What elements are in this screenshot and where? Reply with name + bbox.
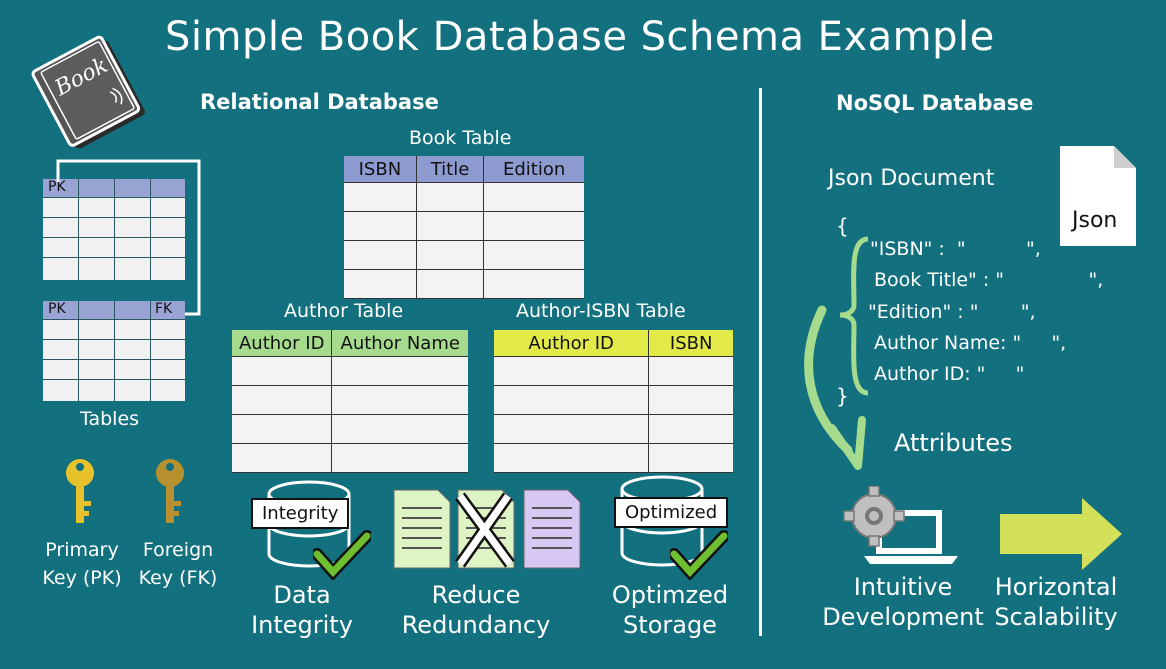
- column-header: Title: [416, 156, 485, 183]
- attributes-label: Attributes: [894, 429, 1013, 457]
- check-icon: [670, 530, 728, 580]
- column-header: Edition: [483, 156, 584, 183]
- json-line-book-title: Book Title" : " ",: [874, 269, 1104, 291]
- json-document-caption: Json Document: [828, 166, 995, 191]
- foreign-key-label: Foreign Key (FK): [138, 539, 218, 589]
- book-table: ISBN Title Edition: [344, 156, 584, 299]
- nosql-heading: NoSQL Database: [836, 91, 1034, 115]
- documents-icon: [393, 489, 581, 569]
- laptop-gear-icon: [843, 486, 958, 564]
- data-integrity-caption: Data Integrity: [251, 581, 353, 639]
- relational-heading: Relational Database: [200, 90, 439, 114]
- json-line-edition: "Edition" : " ",: [868, 301, 1036, 323]
- column-header: ISBN: [648, 330, 733, 357]
- section-divider: [759, 88, 762, 636]
- column-header: Author ID: [232, 330, 333, 357]
- intuitive-development-caption: Intuitive Development: [822, 573, 984, 631]
- reduce-redundancy-caption: Reduce Redundancy: [401, 581, 551, 639]
- integrity-badge: Integrity: [251, 498, 350, 529]
- json-line-isbn: "ISBN" : " ",: [870, 238, 1041, 260]
- curved-arrow-icon: [804, 305, 866, 470]
- column-header: Author Name: [331, 330, 468, 357]
- optimized-storage-caption: Optimzed Storage: [611, 581, 729, 639]
- author-isbn-table: Author ID ISBN: [494, 330, 733, 473]
- author-table: Author ID Author Name: [232, 330, 468, 473]
- json-line-author-name: Author Name: " ",: [874, 332, 1067, 354]
- right-arrow-icon: [1000, 498, 1122, 570]
- author-isbn-table-caption: Author-ISBN Table: [516, 300, 686, 322]
- check-icon: [313, 530, 371, 580]
- page-title: Simple Book Database Schema Example: [165, 14, 995, 60]
- optimized-badge: Optimized: [614, 497, 729, 528]
- foreign-key-icon: [156, 459, 184, 523]
- book-icon: Book: [31, 35, 145, 148]
- horizontal-scalability-caption: Horizontal Scalability: [994, 573, 1118, 631]
- json-file-label: Json: [1072, 208, 1118, 233]
- book-table-caption: Book Table: [409, 127, 512, 149]
- pk-fk-connector: [56, 159, 201, 316]
- json-line-author-id: Author ID: " ": [874, 363, 1025, 385]
- column-header: ISBN: [344, 156, 417, 183]
- tables-caption: Tables: [80, 408, 140, 430]
- primary-key-icon: [66, 459, 94, 523]
- primary-key-label: Primary Key (PK): [42, 539, 122, 589]
- column-header: Author ID: [494, 330, 650, 357]
- author-table-caption: Author Table: [284, 300, 404, 322]
- open-brace: {: [836, 214, 849, 238]
